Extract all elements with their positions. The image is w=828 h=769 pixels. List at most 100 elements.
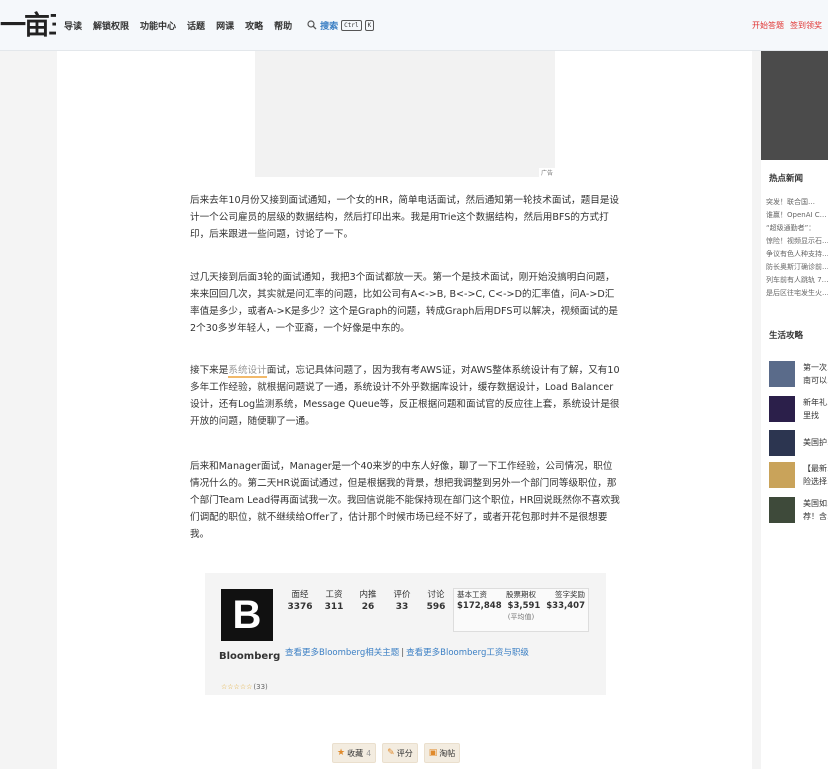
stat-reviews[interactable]: 评价 33 xyxy=(385,590,419,614)
stat-value: 3376 xyxy=(287,602,313,612)
salary-label-stock: 股票期权 xyxy=(506,590,536,599)
salary-value-stock: $3,591 xyxy=(507,601,541,611)
salary-summary[interactable]: 基本工资 股票期权 签字奖励 $172,848 $3,591 $33,407 (… xyxy=(453,588,589,632)
guide-text: 新年礼…里找 xyxy=(803,398,828,420)
star-icon: ★ xyxy=(337,748,346,758)
rating-count: (33) xyxy=(253,683,268,691)
company-links: 查看更多Bloomberg相关主题 | 查看更多Bloomberg工资与职级 xyxy=(285,646,529,658)
stat-referrals[interactable]: 内推 26 xyxy=(351,590,385,614)
search-button[interactable]: 搜索 Ctrl K xyxy=(307,19,375,32)
news-item[interactable]: 惊险！视频显示石… xyxy=(766,235,828,248)
salary-value-base: $172,848 xyxy=(457,601,502,611)
more-salary-link[interactable]: 查看更多Bloomberg工资与职级 xyxy=(406,648,529,658)
guide-thumbnail xyxy=(769,497,795,523)
left-gutter xyxy=(0,0,57,769)
top-nav-bar: 一亩三分地 导读 解锁权限 功能中心 话题 网课 攻略 帮助 搜索 Ctrl K… xyxy=(0,0,828,51)
news-item[interactable]: 谁赢！OpenAI C… xyxy=(766,209,828,222)
life-guide-item[interactable]: 美国如…荐！含… xyxy=(769,497,828,523)
collect-post-label: 淘帖 xyxy=(439,748,456,758)
news-item[interactable]: 争议有色人种支持… xyxy=(766,248,828,261)
nav-item-topics[interactable]: 话题 xyxy=(187,19,205,32)
guide-text: 【最新…险选择… xyxy=(803,464,828,486)
ad-label: 广告 xyxy=(538,168,555,177)
company-logo[interactable]: B xyxy=(221,589,273,641)
guide-thumbnail xyxy=(769,462,795,488)
bag-icon: ▣ xyxy=(428,748,438,758)
news-item[interactable]: 列车前有人跳轨 7… xyxy=(766,274,828,287)
nav-item-guide[interactable]: 导读 xyxy=(64,19,82,32)
news-item[interactable]: 突发！联合国… xyxy=(766,196,828,209)
start-quiz-link[interactable]: 开始答题 xyxy=(752,20,784,31)
hot-news-list: 突发！联合国… 谁赢！OpenAI C… “超级通勤者”： 惊险！视频显示石… … xyxy=(766,196,828,300)
guide-text: 美国如…荐！含… xyxy=(803,499,828,521)
salary-labels: 基本工资 股票期权 签字奖励 xyxy=(454,589,588,600)
nav-item-unlock[interactable]: 解锁权限 xyxy=(93,19,129,32)
search-icon xyxy=(307,20,317,30)
guide-thumbnail xyxy=(769,430,795,456)
stat-label: 讨论 xyxy=(427,590,445,600)
more-topics-link[interactable]: 查看更多Bloomberg相关主题 xyxy=(285,648,399,658)
article-paragraph-4: 后来和Manager面试，Manager是一个40来岁的中东人好像，聊了一下工作… xyxy=(190,461,620,540)
stat-value: 311 xyxy=(324,602,344,612)
favorite-button[interactable]: ★ 收藏 4 xyxy=(332,743,377,763)
stat-label: 工资 xyxy=(325,590,343,600)
nav-item-help[interactable]: 帮助 xyxy=(274,19,292,32)
life-guide-item[interactable]: 第一次…南可以… xyxy=(769,361,828,387)
company-stats: 面经 3376 工资 311 内推 26 评价 33 讨论 596 xyxy=(283,590,453,614)
stat-label: 内推 xyxy=(359,590,377,600)
life-guide-item[interactable]: 【最新…险选择… xyxy=(769,462,828,488)
life-guide-item[interactable]: 新年礼…里找 xyxy=(769,396,828,422)
top-right-links: 开始答题 签到领奖 xyxy=(752,0,828,50)
favorite-label: 收藏 xyxy=(347,748,364,758)
stat-value: 33 xyxy=(395,602,409,612)
ad-banner[interactable]: 广告 xyxy=(255,50,555,177)
company-name[interactable]: Bloomberg xyxy=(219,649,280,664)
news-item[interactable]: 是后区往宅发生火… xyxy=(766,287,828,300)
article-paragraph-2: 过几天接到后面3轮的面试通知，我把3个面试都放一天。第一个是技术面试，刚开始没搞… xyxy=(190,272,619,334)
nav-item-features[interactable]: 功能中心 xyxy=(140,19,176,32)
post-actions: ★ 收藏 4 ✎ 评分 ▣ 淘帖 xyxy=(332,743,466,763)
rating-stars-icon: ☆☆☆☆☆ xyxy=(221,683,253,691)
shortcut-ctrl-key: Ctrl xyxy=(341,19,362,31)
salary-label-bonus: 签字奖励 xyxy=(555,590,585,599)
guide-text: 第一次…南可以… xyxy=(803,363,828,385)
salary-label-base: 基本工资 xyxy=(457,590,487,599)
main-nav: 导读 解锁权限 功能中心 话题 网课 攻略 帮助 搜索 Ctrl K xyxy=(64,0,375,50)
stat-discussions[interactable]: 讨论 596 xyxy=(419,590,453,614)
stat-interviews[interactable]: 面经 3376 xyxy=(283,590,317,614)
nav-item-guides[interactable]: 攻略 xyxy=(245,19,263,32)
article-paragraph-3: 接下来是系统设计面试，忘记具体问题了，因为我有考AWS证，对AWS整体系统设计有… xyxy=(190,362,620,430)
stat-label: 面经 xyxy=(291,590,309,600)
search-label: 搜索 xyxy=(320,21,339,32)
stat-salary[interactable]: 工资 311 xyxy=(317,590,351,614)
guide-thumbnail xyxy=(769,361,795,387)
nav-item-courses[interactable]: 网课 xyxy=(216,19,234,32)
stat-label: 评价 xyxy=(393,590,411,600)
life-guide-item[interactable]: 美国护… xyxy=(769,430,828,456)
article-paragraph-1: 后来去年10月份又接到面试通知，一个女的HR，简单电话面试，然后通知第一轮技术面… xyxy=(190,195,620,240)
salary-values: $172,848 $3,591 $33,407 xyxy=(454,600,588,612)
news-item[interactable]: “超级通勤者”： xyxy=(766,222,828,235)
stat-value: 26 xyxy=(361,602,375,612)
news-item[interactable]: 防长奥斯汀确诊前… xyxy=(766,261,828,274)
right-sidebar: 热点新闻 突发！联合国… 谁赢！OpenAI C… “超级通勤者”： 惊险！视频… xyxy=(761,0,828,769)
rate-button[interactable]: ✎ 评分 xyxy=(382,743,418,763)
collect-post-button[interactable]: ▣ 淘帖 xyxy=(423,743,461,763)
guide-thumbnail xyxy=(769,396,795,422)
article-main: 广告 后来去年10月份又接到面试通知，一个女的HR，简单电话面试，然后通知第一轮… xyxy=(57,50,752,769)
link-separator: | xyxy=(401,648,405,658)
site-logo[interactable]: 一亩三分地 xyxy=(0,6,56,46)
favorite-count: 4 xyxy=(366,748,372,758)
stat-value: 596 xyxy=(426,602,446,612)
rate-label: 评分 xyxy=(396,748,413,758)
salary-value-bonus: $33,407 xyxy=(546,601,585,611)
checkin-reward-link[interactable]: 签到领奖 xyxy=(790,20,822,31)
company-info-card: B Bloomberg ☆☆☆☆☆(33) 面经 3376 工资 311 内推 … xyxy=(205,573,606,695)
highlight-term-link[interactable]: 系统设计 xyxy=(228,365,267,378)
hot-news-title: 热点新闻 xyxy=(769,174,804,184)
paragraph-3-lead: 接下来是 xyxy=(190,365,229,376)
company-rating: ☆☆☆☆☆(33) xyxy=(221,683,268,691)
right-gutter xyxy=(752,0,761,769)
salary-note: (平均值) xyxy=(507,613,535,621)
life-guide-title: 生活攻略 xyxy=(769,331,804,341)
